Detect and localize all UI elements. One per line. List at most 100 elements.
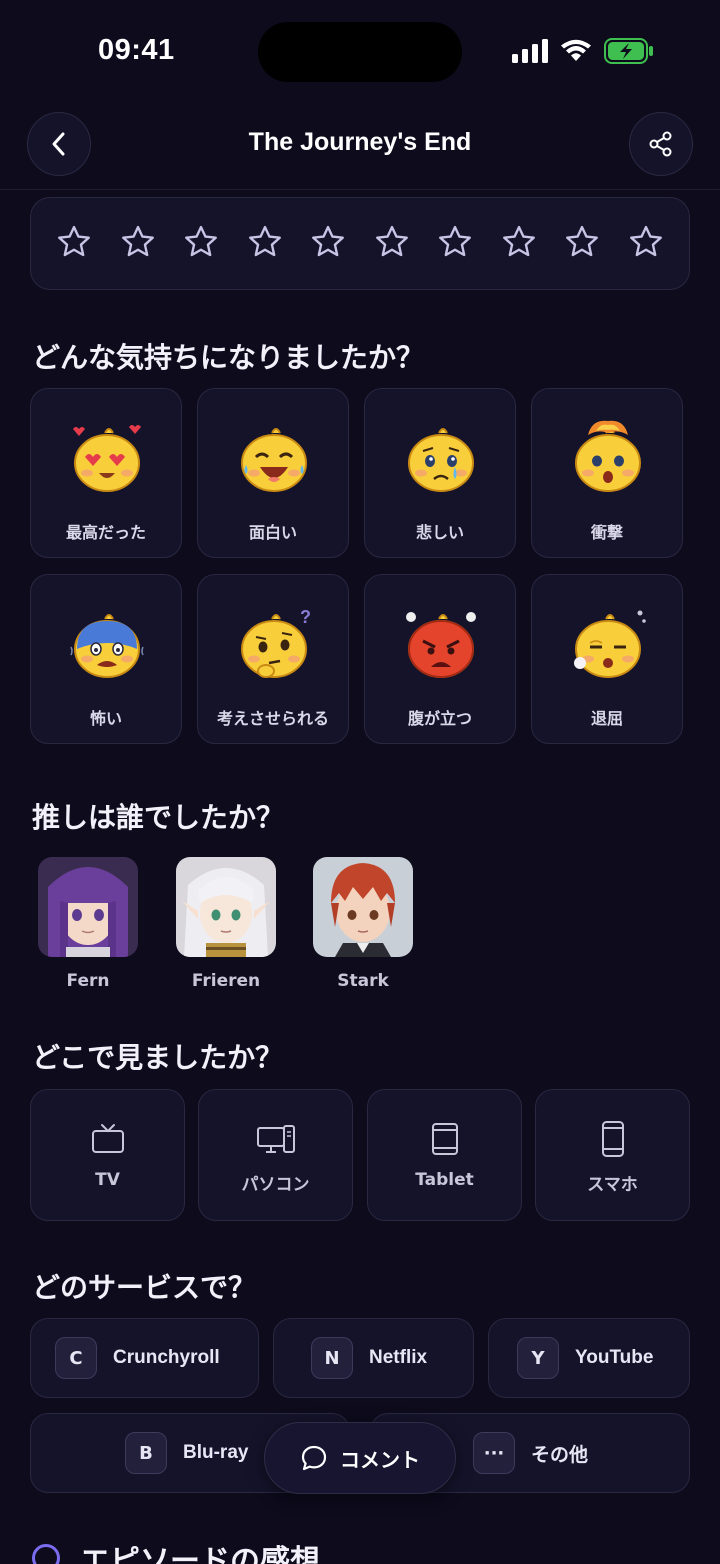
device-label: TV — [95, 1170, 120, 1190]
crying-face-icon — [401, 417, 481, 497]
feeling-option[interactable]: 面白い — [197, 388, 349, 558]
feeling-option[interactable]: 腹が立つ — [364, 574, 516, 744]
share-button[interactable] — [629, 112, 693, 176]
service-badge: B — [125, 1432, 167, 1474]
service-badge: N — [311, 1337, 353, 1379]
star-rating — [30, 197, 690, 290]
service-badge: C — [55, 1337, 97, 1379]
service-badge: Y — [517, 1337, 559, 1379]
comment-label: コメント — [340, 1447, 420, 1472]
page-title: The Journey's End — [248, 128, 472, 156]
service-option-netflix[interactable]: N Netflix — [273, 1318, 474, 1398]
star-outline-icon — [58, 225, 90, 256]
device-label: スマホ — [587, 1175, 638, 1195]
feeling-label: 最高だった — [65, 523, 146, 542]
heart-eyes-face-icon — [67, 417, 147, 497]
scared-face-icon — [67, 603, 147, 683]
character-name: Fern — [66, 971, 110, 991]
cellular-signal-icon — [512, 39, 548, 63]
thinking-face-icon: ? — [234, 603, 314, 683]
star-10-button[interactable] — [627, 223, 665, 265]
service-badge: ··· — [473, 1432, 515, 1474]
feeling-option[interactable]: 悲しい — [364, 388, 516, 558]
battery-charging-icon — [604, 38, 653, 64]
feeling-option[interactable]: 怖い — [30, 574, 182, 744]
star-outline-icon — [248, 225, 281, 256]
share-icon — [649, 131, 672, 157]
feeling-label: 悲しい — [415, 523, 464, 542]
favorite-title: 推しは誰でしたか？ — [32, 801, 285, 834]
star-outline-icon — [566, 225, 599, 256]
feeling-option[interactable]: 最高だった — [30, 388, 182, 558]
star-3-button[interactable] — [182, 223, 220, 265]
star-outline-icon — [375, 225, 408, 256]
character-avatar — [313, 857, 413, 957]
device-label: パソコン — [241, 1175, 310, 1195]
feeling-label: 面白い — [248, 523, 297, 542]
star-4-button[interactable] — [246, 223, 284, 265]
feeling-label: 腹が立つ — [407, 709, 472, 728]
laughing-face-icon — [234, 417, 314, 497]
smartphone-icon — [592, 1120, 634, 1158]
device-title: どこで見ましたか？ — [32, 1041, 284, 1074]
feeling-option[interactable]: ? 考えさせられる — [197, 574, 349, 744]
star-outline-icon — [121, 225, 154, 256]
star-5-button[interactable] — [309, 223, 347, 265]
character-fern[interactable]: Fern — [38, 857, 138, 991]
episode-radio-icon — [32, 1544, 60, 1564]
star-9-button[interactable] — [563, 223, 601, 265]
service-label: Blu-ray — [183, 1442, 249, 1463]
character-name: Frieren — [191, 971, 261, 991]
character-avatar — [176, 857, 276, 957]
feelings-title: どんな気持ちになりましたか？ — [32, 341, 425, 374]
device-option-pc[interactable]: パソコン — [198, 1089, 353, 1221]
device-option-tv[interactable]: TV — [30, 1089, 185, 1221]
episode-title: エピソードの感想 — [80, 1544, 320, 1564]
tablet-icon — [424, 1120, 466, 1158]
desktop-icon — [255, 1120, 297, 1158]
service-option-crunchyroll[interactable]: C Crunchyroll — [30, 1318, 259, 1398]
character-stark[interactable]: Stark — [313, 857, 413, 991]
device-option-tablet[interactable]: Tablet — [367, 1089, 522, 1221]
service-label: Netflix — [369, 1347, 428, 1368]
device-option-smartphone[interactable]: スマホ — [535, 1089, 690, 1221]
bored-face-icon — [568, 603, 648, 683]
dynamic-island — [258, 22, 462, 82]
navigation-bar: The Journey's End — [0, 110, 720, 190]
character-name: Stark — [337, 971, 389, 991]
star-outline-icon — [312, 225, 345, 256]
star-7-button[interactable] — [436, 223, 474, 265]
status-time: 09:41 — [98, 34, 175, 66]
device-label: Tablet — [415, 1170, 474, 1190]
star-outline-icon — [630, 225, 662, 256]
service-option-youtube[interactable]: Y YouTube — [488, 1318, 690, 1398]
star-outline-icon — [439, 225, 472, 256]
status-icons — [512, 38, 654, 64]
tv-icon — [87, 1120, 129, 1158]
star-outline-icon — [185, 225, 218, 256]
comment-button[interactable]: コメント — [264, 1422, 456, 1494]
character-frieren[interactable]: Frieren — [176, 857, 276, 991]
feeling-label: 衝撃 — [590, 523, 623, 542]
service-label: その他 — [531, 1444, 589, 1466]
wifi-icon — [561, 39, 591, 61]
star-1-button[interactable] — [55, 223, 93, 265]
feeling-option[interactable]: 退屈 — [531, 574, 683, 744]
character-avatar — [38, 857, 138, 957]
star-outline-icon — [502, 225, 535, 256]
exploding-head-icon — [568, 417, 648, 497]
speech-bubble-icon — [301, 1445, 327, 1471]
star-6-button[interactable] — [373, 223, 411, 265]
svg-text:?: ? — [300, 607, 311, 627]
feeling-label: 退屈 — [590, 709, 623, 728]
status-bar: 09:41 — [0, 0, 720, 100]
service-label: Crunchyroll — [113, 1347, 220, 1368]
feeling-label: 考えさせられる — [216, 709, 329, 728]
star-2-button[interactable] — [119, 223, 157, 265]
feeling-option[interactable]: 衝撃 — [531, 388, 683, 558]
angry-face-icon — [401, 603, 481, 683]
service-label: YouTube — [575, 1347, 654, 1368]
star-8-button[interactable] — [500, 223, 538, 265]
service-title: どのサービスで？ — [32, 1271, 257, 1304]
feeling-label: 怖い — [89, 709, 122, 728]
